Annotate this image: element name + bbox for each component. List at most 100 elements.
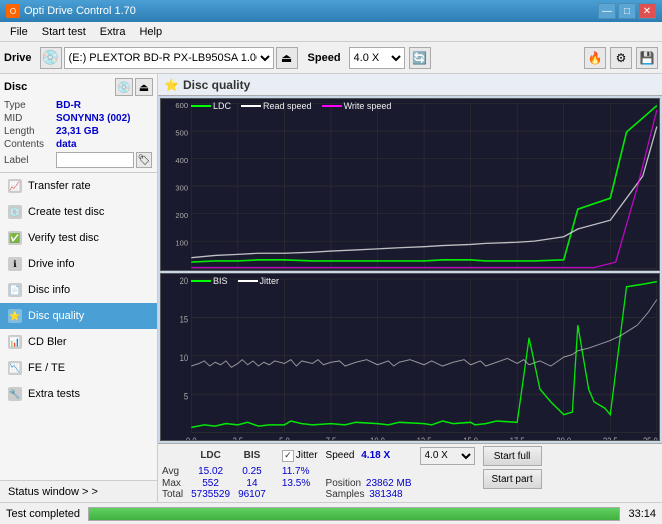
position-value: 23862 MB [366, 478, 412, 489]
disc-info-icon: 📄 [8, 283, 22, 297]
drive-info-icon: ℹ [8, 257, 22, 271]
write-speed-label: Write speed [344, 101, 392, 111]
burn-button[interactable]: 🔥 [584, 47, 606, 69]
start-part-button[interactable]: Start part [483, 469, 542, 489]
sidebar-item-extra-tests[interactable]: 🔧 Extra tests [0, 381, 157, 407]
sidebar-item-transfer-rate[interactable]: 📈 Transfer rate [0, 173, 157, 199]
speed-select[interactable]: 4.0 X 2.0 X 6.0 X 8.0 X [349, 47, 405, 69]
svg-text:5: 5 [184, 390, 189, 401]
label-label: Label [4, 155, 56, 166]
sidebar-item-disc-info[interactable]: 📄 Disc info [0, 277, 157, 303]
legend-read-speed: Read speed [241, 101, 312, 111]
chart1: LDC Read speed Write speed [160, 98, 660, 271]
ldc-label: LDC [213, 101, 231, 111]
svg-text:22.5: 22.5 [603, 435, 618, 440]
transfer-rate-label: Transfer rate [28, 180, 91, 192]
progress-bar [88, 507, 620, 521]
menu-extra[interactable]: Extra [94, 24, 132, 40]
chart1-legend: LDC Read speed Write speed [191, 101, 391, 111]
svg-text:2.5: 2.5 [233, 435, 244, 440]
sidebar-item-verify-test-disc[interactable]: ✅ Verify test disc [0, 225, 157, 251]
samples-label: Samples [326, 489, 365, 500]
svg-text:10.0: 10.0 [370, 435, 385, 440]
content-header: ⭐ Disc quality [158, 74, 662, 96]
speed-stats-label: Speed [326, 450, 355, 461]
svg-text:7.5: 7.5 [326, 435, 337, 440]
menu-file[interactable]: File [4, 24, 34, 40]
disc-icon1: 💿 [115, 78, 133, 96]
svg-text:17.5: 17.5 [510, 435, 525, 440]
chart2-svg: 20 15 10 5 0.0 2.5 5.0 7.5 10.0 12.5 15.… [161, 274, 659, 440]
samples-value: 381348 [369, 489, 402, 500]
fe-te-icon: 📉 [8, 361, 22, 375]
sidebar-item-disc-quality[interactable]: ⭐ Disc quality [0, 303, 157, 329]
stats-panel: LDC BIS ✓ Jitter Speed 4.18 X [158, 443, 662, 502]
fe-te-label: FE / TE [28, 362, 65, 374]
minimize-button[interactable]: — [598, 3, 616, 19]
mid-value: SONYNN3 (002) [56, 113, 130, 124]
menu-help[interactable]: Help [133, 24, 168, 40]
menu-bar: File Start test Extra Help [0, 22, 662, 42]
toolbar: Drive 💿 (E:) PLEXTOR BD-R PX-LB950SA 1.0… [0, 42, 662, 74]
disc-icon2: ⏏ [135, 78, 153, 96]
ldc-header: LDC [191, 446, 238, 465]
close-button[interactable]: ✕ [638, 3, 656, 19]
sidebar-item-drive-info[interactable]: ℹ Drive info [0, 251, 157, 277]
legend-write-speed: Write speed [322, 101, 392, 111]
speed-select-stats[interactable]: 4.0 X 2.0 X 6.0 X [420, 447, 475, 465]
create-test-disc-label: Create test disc [28, 206, 104, 218]
speed-label: Speed [308, 52, 341, 64]
eject-button[interactable]: ⏏ [276, 47, 298, 69]
total-bis: 96107 [238, 489, 274, 500]
disc-info-panel: Disc 💿 ⏏ Type BD-R MID SONYNN3 (002) Len… [0, 74, 157, 173]
svg-text:500: 500 [175, 128, 188, 137]
svg-text:600: 600 [175, 101, 188, 110]
chart2: BIS Jitter [160, 273, 660, 441]
legend-ldc: LDC [191, 101, 231, 111]
drive-label: Drive [4, 52, 32, 64]
refresh-button[interactable]: 🔄 [409, 47, 431, 69]
create-test-disc-icon: 💿 [8, 205, 22, 219]
title-bar: O Opti Drive Control 1.70 — □ ✕ [0, 0, 662, 22]
avg-ldc: 15.02 [191, 465, 238, 477]
maximize-button[interactable]: □ [618, 3, 636, 19]
app-title: Opti Drive Control 1.70 [24, 5, 136, 17]
avg-jitter: 11.7% [282, 465, 326, 477]
app-icon: O [6, 4, 20, 18]
disc-panel-title: Disc [4, 81, 27, 93]
sidebar-item-fe-te[interactable]: 📉 FE / TE [0, 355, 157, 381]
read-speed-color [241, 105, 261, 107]
progress-bar-fill [89, 508, 619, 520]
verify-test-disc-icon: ✅ [8, 231, 22, 245]
sidebar-item-cd-bler[interactable]: 📊 CD Bler [0, 329, 157, 355]
title-bar-left: O Opti Drive Control 1.70 [6, 4, 136, 18]
legend-bis: BIS [191, 276, 228, 286]
save-button[interactable]: 💾 [636, 47, 658, 69]
write-speed-color [322, 105, 342, 107]
disc-label-input[interactable] [56, 152, 134, 168]
total-ldc: 5735529 [191, 489, 238, 500]
jitter-stats-label: Jitter [296, 450, 318, 461]
svg-text:20.0: 20.0 [556, 435, 571, 440]
start-full-button[interactable]: Start full [483, 446, 542, 466]
menu-start-test[interactable]: Start test [36, 24, 92, 40]
drive-select[interactable]: (E:) PLEXTOR BD-R PX-LB950SA 1.06 [64, 47, 274, 69]
avg-row-label: Avg [162, 465, 191, 477]
jitter-checkbox[interactable]: ✓ [282, 450, 294, 462]
sidebar-item-create-test-disc[interactable]: 💿 Create test disc [0, 199, 157, 225]
svg-text:25.0 GB: 25.0 GB [643, 435, 659, 440]
disc-label-btn[interactable]: 🏷 [136, 152, 152, 168]
settings-button[interactable]: ⚙ [610, 47, 632, 69]
type-value: BD-R [56, 100, 81, 111]
chart1-svg: 600 500 400 300 200 100 0.0 2.5 5.0 7.5 … [161, 99, 659, 270]
svg-text:12.5: 12.5 [417, 435, 432, 440]
sidebar-item-status-window[interactable]: Status window > > [0, 480, 157, 502]
svg-text:10: 10 [180, 352, 189, 363]
mid-label: MID [4, 113, 56, 124]
chart2-legend: BIS Jitter [191, 276, 279, 286]
status-bar: Test completed 33:14 [0, 502, 662, 524]
bis-label: BIS [213, 276, 228, 286]
status-text: Test completed [6, 508, 80, 520]
max-bis: 14 [238, 477, 274, 489]
max-jitter: 13.5% [282, 477, 326, 489]
